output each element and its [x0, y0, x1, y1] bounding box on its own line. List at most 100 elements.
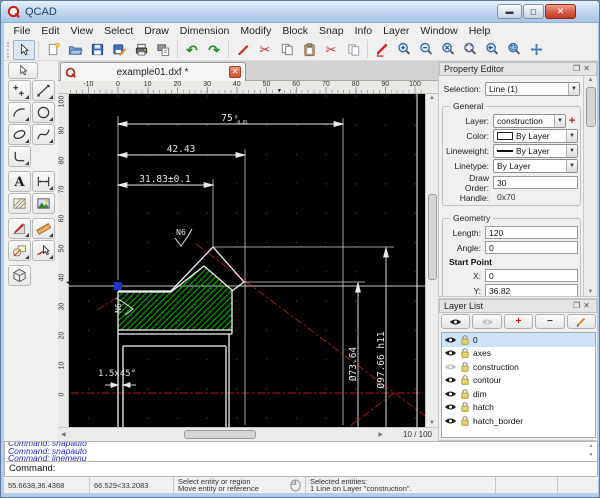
tool-dimension-button[interactable] — [32, 171, 55, 192]
zoom-selection-button[interactable] — [503, 40, 525, 60]
menu-item-edit[interactable]: Edit — [36, 24, 65, 38]
menu-item-layer[interactable]: Layer — [378, 24, 415, 38]
tool-spline-button[interactable] — [32, 124, 55, 145]
undo-button[interactable]: ↶ — [181, 40, 203, 60]
layer-row-0[interactable]: 0 — [442, 333, 595, 347]
hscroll-thumb[interactable] — [184, 430, 256, 439]
copy-button[interactable] — [276, 40, 298, 60]
angle-field[interactable] — [485, 241, 578, 254]
lock-icon[interactable] — [460, 415, 470, 427]
close-panel-icon[interactable]: ✕ — [583, 301, 593, 310]
command-prompt[interactable]: Command: — [4, 462, 598, 477]
title-bar[interactable]: QCAD ▬ ◻ ✕ — [1, 1, 600, 23]
vertical-scrollbar[interactable]: ▲ ▼ — [425, 94, 438, 427]
hide-all-layers-button[interactable] — [472, 314, 501, 329]
tool-polyline-button[interactable] — [8, 146, 31, 167]
float-panel-icon[interactable]: ❐ — [573, 64, 583, 73]
tool-ellipse-button[interactable] — [8, 124, 31, 145]
zoom-out-button[interactable] — [415, 40, 437, 60]
panel-scroll-thumb[interactable] — [586, 87, 596, 127]
print-preview-button[interactable] — [152, 40, 174, 60]
tool-circle-button[interactable] — [32, 102, 55, 123]
redo-button[interactable]: ↷ — [203, 40, 225, 60]
scroll-down-icon[interactable]: ▼ — [584, 289, 597, 295]
minimize-button[interactable]: ▬ — [497, 4, 522, 19]
tool-select-entity-button[interactable] — [32, 240, 55, 261]
history-scrollbar[interactable]: ▲▼ — [586, 442, 596, 461]
new-file-button[interactable] — [42, 40, 64, 60]
selection-handle[interactable] — [114, 282, 122, 290]
menu-item-view[interactable]: View — [65, 24, 99, 38]
lock-icon[interactable] — [460, 388, 470, 400]
show-all-layers-button[interactable] — [441, 314, 470, 329]
edit-layer-button[interactable] — [567, 314, 596, 329]
scroll-up-icon[interactable]: ▲ — [426, 95, 438, 101]
start-y-field[interactable] — [485, 284, 578, 296]
remove-layer-button[interactable]: − — [535, 314, 564, 329]
menu-item-snap[interactable]: Snap — [314, 24, 350, 38]
zoom-in-button[interactable] — [393, 40, 415, 60]
tool-arc-button[interactable] — [8, 102, 31, 123]
eye-icon[interactable] — [444, 348, 457, 358]
previous-view-button[interactable] — [481, 40, 503, 60]
zoom-window-button[interactable] — [459, 40, 481, 60]
scroll-down-icon[interactable]: ▼ — [426, 420, 438, 426]
menu-item-block[interactable]: Block — [277, 24, 314, 38]
eye-icon[interactable] — [444, 416, 457, 426]
paste-button[interactable] — [298, 40, 320, 60]
save-button[interactable] — [86, 40, 108, 60]
tool-point-button[interactable] — [8, 80, 31, 101]
selection-combo[interactable]: Line (1) ▼ — [485, 82, 580, 96]
start-x-field[interactable] — [485, 269, 578, 282]
menu-item-dimension[interactable]: Dimension — [174, 24, 235, 38]
copy-reference-button[interactable] — [342, 40, 364, 60]
layer-combo[interactable]: construction ▼ — [493, 114, 566, 128]
layer-row-hatch_border[interactable]: hatch_border — [442, 414, 595, 428]
draw-pen-button[interactable] — [371, 40, 393, 60]
menu-item-info[interactable]: Info — [349, 24, 378, 38]
maximize-button[interactable]: ◻ — [523, 4, 544, 19]
layer-row-hatch[interactable]: hatch — [442, 401, 595, 415]
property-editor-header[interactable]: Property Editor ❐✕ — [439, 62, 597, 76]
float-panel-icon[interactable]: ❐ — [573, 301, 583, 310]
menu-item-window[interactable]: Window — [415, 24, 463, 38]
open-file-button[interactable] — [64, 40, 86, 60]
menu-item-modify[interactable]: Modify — [235, 24, 277, 38]
horizontal-scrollbar[interactable] — [69, 429, 376, 441]
pan-button[interactable] — [525, 40, 547, 60]
tab-close-icon[interactable]: ✕ — [229, 66, 241, 78]
length-field[interactable] — [485, 226, 578, 239]
tool-isometric-view-button[interactable] — [8, 265, 31, 286]
eye-icon[interactable] — [444, 375, 457, 385]
add-layer-button[interactable]: + — [566, 115, 578, 127]
cut-reference-button[interactable]: ✂ — [320, 40, 342, 60]
toolbar-grip[interactable] — [7, 42, 10, 58]
tool-modify-button[interactable] — [8, 218, 31, 239]
lock-icon[interactable] — [460, 347, 470, 359]
menu-item-help[interactable]: Help — [463, 24, 496, 38]
draw-order-field[interactable] — [493, 176, 578, 189]
add-layer-button[interactable]: + — [504, 314, 533, 329]
pen-button[interactable] — [232, 40, 254, 60]
linetype-combo[interactable]: By Layer ▼ — [493, 159, 578, 173]
layer-row-contour[interactable]: contour — [442, 374, 595, 388]
eye-icon[interactable] — [444, 335, 457, 345]
panel-scrollbar[interactable]: ▲ ▼ — [583, 76, 597, 296]
layer-row-dim[interactable]: dim — [442, 387, 595, 401]
lock-icon[interactable] — [460, 374, 470, 386]
tool-line-button[interactable] — [32, 80, 55, 101]
tool-measure-button[interactable] — [32, 218, 55, 239]
menu-item-file[interactable]: File — [8, 24, 36, 38]
scroll-left-icon[interactable]: ◀ — [58, 431, 69, 438]
tool-hatch-button[interactable] — [8, 193, 31, 214]
eye-icon[interactable] — [444, 402, 457, 412]
select-pointer-button[interactable] — [13, 40, 35, 60]
lineweight-combo[interactable]: By Layer ▼ — [493, 144, 578, 158]
tool-pointer-button[interactable] — [8, 62, 38, 79]
scroll-up-icon[interactable]: ▲ — [584, 77, 597, 83]
close-panel-icon[interactable]: ✕ — [583, 64, 593, 73]
cut-button[interactable]: ✂ — [254, 40, 276, 60]
menu-item-draw[interactable]: Draw — [139, 24, 175, 38]
layer-list-header[interactable]: Layer List ❐✕ — [439, 299, 597, 313]
layer-row-axes[interactable]: axes — [442, 347, 595, 361]
